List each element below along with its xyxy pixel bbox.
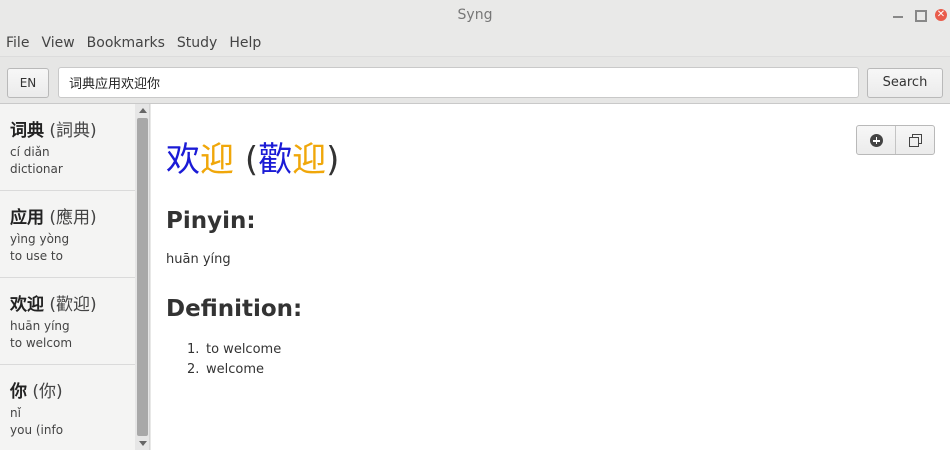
window-title: Syng [457, 7, 493, 23]
definition-text: to welcome [206, 342, 282, 357]
paren-open: ( [244, 140, 259, 180]
result-pinyin: yìng yòng [10, 232, 70, 246]
definition-list: 1. to welcome 2. welcome [187, 342, 281, 382]
result-meaning: you (info [10, 423, 64, 437]
result-simplified: 应用 [10, 208, 44, 228]
headword-traditional-char: 迎 [292, 140, 327, 180]
menu-file[interactable]: File [0, 32, 35, 56]
copy-button[interactable] [895, 126, 934, 154]
list-item[interactable]: 你 (你) nǐ you (info [0, 365, 135, 450]
menu-help[interactable]: Help [223, 32, 267, 56]
result-meaning: dictionar [10, 162, 63, 176]
language-button[interactable]: EN [7, 68, 49, 98]
search-input[interactable] [58, 67, 859, 98]
list-item[interactable]: 欢迎 (歡迎) huān yíng to welcom [0, 278, 135, 365]
result-traditional: (應用) [49, 208, 97, 228]
result-pinyin: huān yíng [10, 319, 70, 333]
close-icon[interactable]: ✕ [935, 9, 947, 21]
definition-heading: Definition: [166, 296, 303, 322]
menu-bar: File View Bookmarks Study Help [0, 32, 950, 56]
title-bar: Syng ✕ [0, 0, 950, 32]
results-sidebar: 词典 (詞典) cí diǎn dictionar 应用 (應用) yìng y… [0, 104, 150, 450]
result-traditional: (詞典) [49, 121, 97, 141]
result-meaning: to welcom [10, 336, 73, 350]
scroll-up-icon[interactable] [139, 108, 147, 113]
toolbar: EN Search [0, 56, 950, 104]
copy-icon [909, 134, 922, 147]
entry-actions [856, 125, 935, 155]
list-item: 2. welcome [187, 362, 281, 382]
result-traditional: (你) [32, 382, 63, 402]
headword-char: 欢 [166, 140, 200, 180]
result-traditional: (歡迎) [49, 295, 97, 315]
plus-circle-icon [870, 134, 883, 147]
headword-traditional-char: 歡 [258, 140, 293, 180]
paren-close: ) [326, 140, 340, 180]
result-meaning: to use to [10, 249, 63, 263]
sidebar-scrollbar[interactable] [135, 104, 149, 450]
menu-view[interactable]: View [35, 32, 80, 56]
entry-view: 欢迎 (歡迎) Pinyin: huān yíng Definition: 1.… [151, 104, 950, 450]
menu-study[interactable]: Study [171, 32, 223, 56]
result-simplified: 词典 [10, 121, 44, 141]
definition-number: 1. [187, 342, 200, 357]
list-item: 1. to welcome [187, 342, 281, 362]
pinyin-text: huān yíng [166, 252, 231, 267]
definition-number: 2. [187, 362, 200, 377]
result-simplified: 你 [10, 382, 27, 402]
result-simplified: 欢迎 [10, 295, 44, 315]
scroll-down-icon[interactable] [139, 441, 147, 446]
search-button[interactable]: Search [867, 68, 943, 98]
menu-bookmarks[interactable]: Bookmarks [81, 32, 171, 56]
add-bookmark-button[interactable] [857, 126, 895, 154]
entry-headword: 欢迎 (歡迎) [166, 132, 339, 181]
scroll-thumb[interactable] [137, 118, 148, 436]
definition-text: welcome [206, 362, 265, 377]
pinyin-heading: Pinyin: [166, 208, 256, 234]
result-pinyin: cí diǎn [10, 145, 50, 159]
list-item[interactable]: 应用 (應用) yìng yòng to use to [0, 191, 135, 278]
result-list: 词典 (詞典) cí diǎn dictionar 应用 (應用) yìng y… [0, 104, 135, 450]
list-item[interactable]: 词典 (詞典) cí diǎn dictionar [0, 104, 135, 191]
headword-char: 迎 [200, 140, 234, 180]
minimize-icon[interactable] [892, 8, 904, 24]
result-pinyin: nǐ [10, 406, 21, 420]
maximize-icon[interactable] [915, 10, 927, 22]
